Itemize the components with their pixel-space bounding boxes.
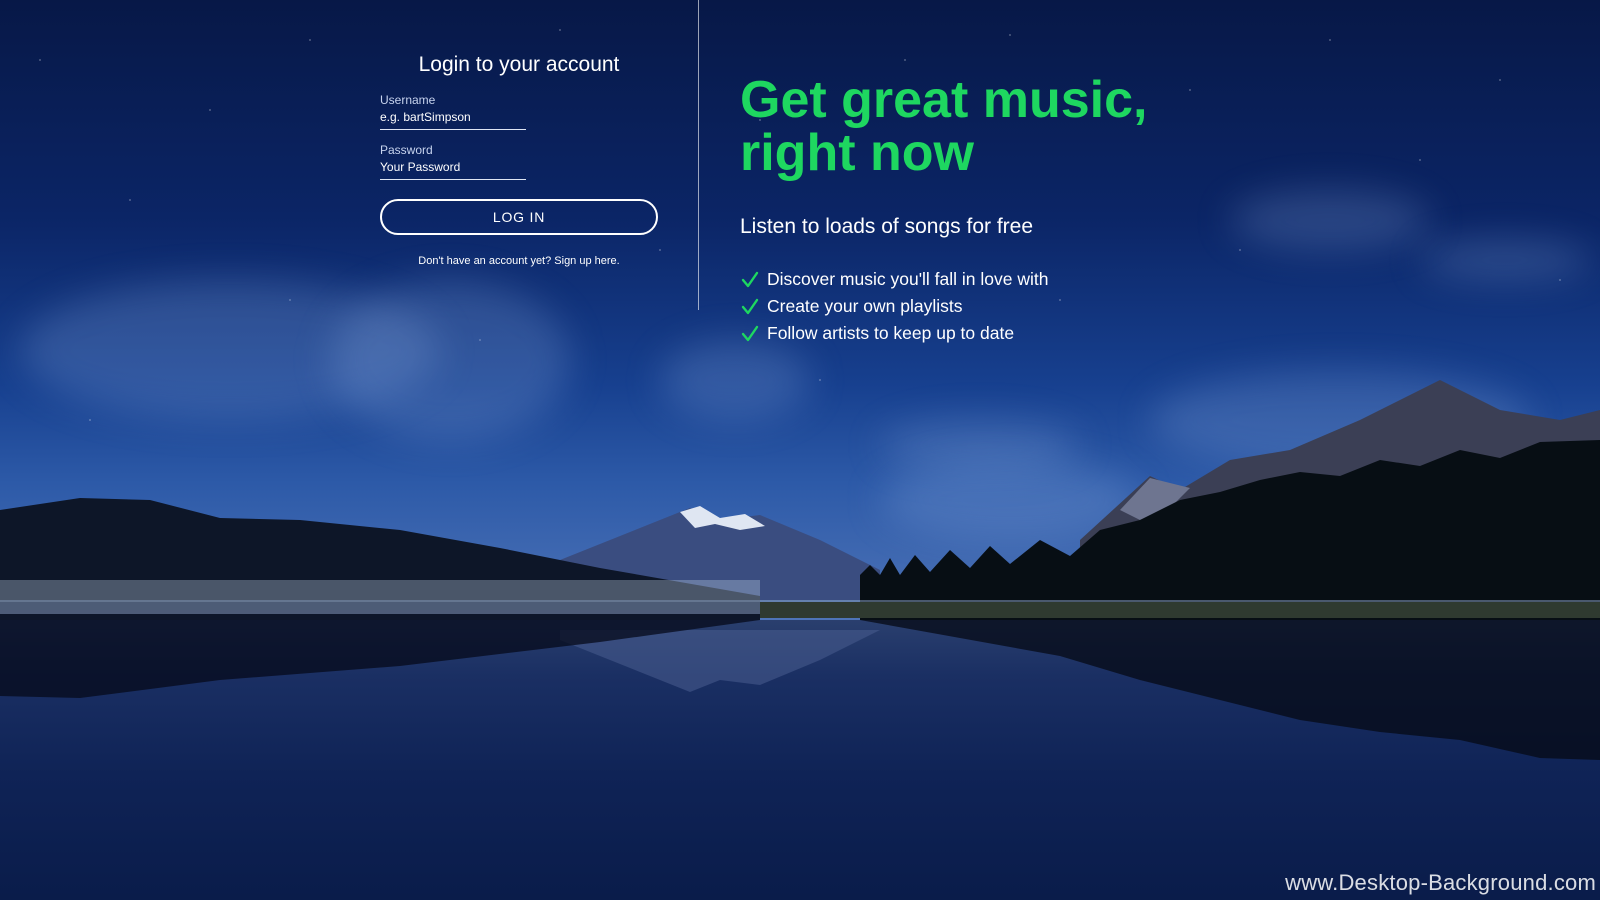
cloud <box>1420 240 1590 280</box>
check-icon <box>741 298 759 314</box>
username-input[interactable] <box>380 107 526 130</box>
feature-item: Discover music you'll fall in love with <box>740 266 1300 293</box>
divider <box>698 0 699 310</box>
signup-link[interactable]: Don't have an account yet? Sign up here. <box>418 255 619 267</box>
username-field-group: Username <box>380 93 658 130</box>
username-label: Username <box>380 93 436 107</box>
promo-section: Get great music, right now Listen to loa… <box>740 74 1300 347</box>
login-button[interactable]: LOG IN <box>380 199 658 235</box>
subheading: Listen to loads of songs for free <box>740 215 1034 238</box>
check-icon <box>741 325 759 341</box>
check-icon <box>741 271 759 287</box>
login-title: Login to your account <box>418 53 620 76</box>
headline: Get great music, right now <box>740 74 1300 180</box>
feature-item: Follow artists to keep up to date <box>740 320 1300 347</box>
watermark: www.Desktop-Background.com <box>1285 870 1596 895</box>
password-label: Password <box>380 143 433 157</box>
headline-line-2: right now <box>740 124 974 182</box>
headline-line-1: Get great music, <box>740 71 1148 129</box>
password-input[interactable] <box>380 157 526 180</box>
feature-text: Follow artists to keep up to date <box>767 323 1015 343</box>
password-field-group: Password <box>380 143 658 180</box>
feature-list: Discover music you'll fall in love with … <box>740 266 1300 347</box>
mountains-and-forest <box>0 380 1600 760</box>
login-panel: Login to your account Username Password … <box>380 50 658 267</box>
feature-text: Create your own playlists <box>767 296 963 316</box>
feature-item: Create your own playlists <box>740 293 1300 320</box>
signup-prompt: Don't have an account yet? Sign up here. <box>380 255 658 267</box>
feature-text: Discover music you'll fall in love with <box>767 269 1049 289</box>
